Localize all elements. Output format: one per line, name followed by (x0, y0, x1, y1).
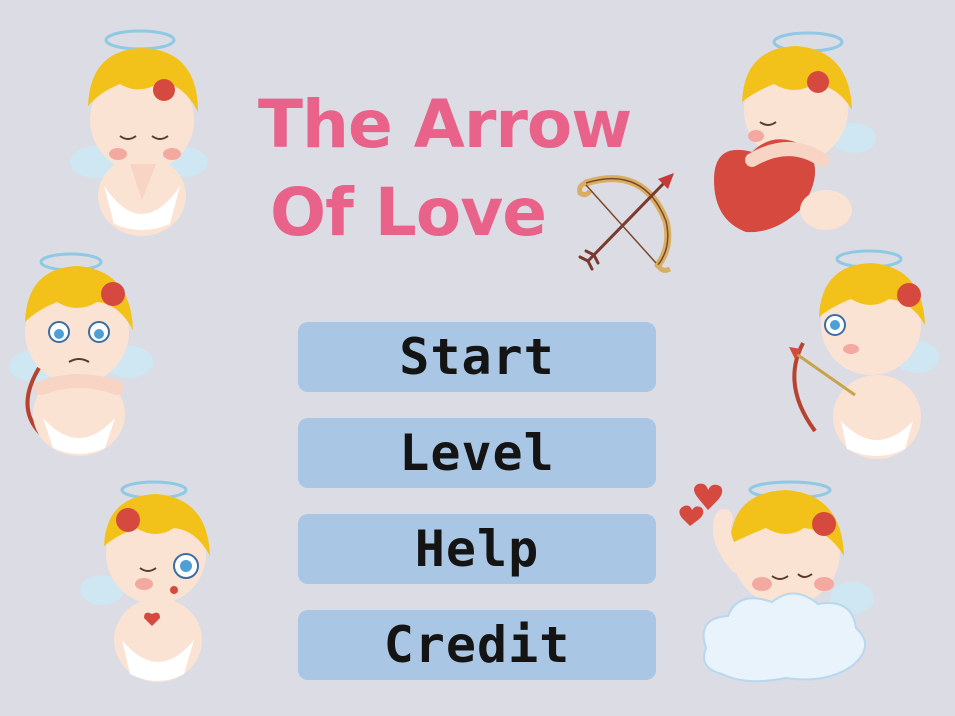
credit-button[interactable]: Credit (298, 610, 656, 680)
cupid-blowing-kiss (80, 480, 210, 682)
cupid-grumpy-with-bow (9, 252, 153, 456)
cupid-aiming-bow (789, 249, 939, 459)
start-button[interactable]: Start (298, 322, 656, 392)
level-button[interactable]: Level (298, 418, 656, 488)
help-button[interactable]: Help (298, 514, 656, 584)
game-title-line-2: Of Love (270, 174, 547, 251)
start-button-label: Start (399, 328, 555, 386)
cupid-praying (70, 29, 208, 236)
bow-and-arrow-icon (577, 173, 674, 273)
level-button-label: Level (399, 424, 555, 482)
game-title-line-1: The Arrow (258, 86, 632, 163)
cupid-on-cloud (679, 480, 874, 683)
cupid-hugging-heart (714, 31, 876, 233)
credit-button-label: Credit (383, 616, 571, 674)
title-screen: The Arrow Of Love Start Level Help Credi… (0, 0, 955, 716)
help-button-label: Help (414, 520, 540, 578)
